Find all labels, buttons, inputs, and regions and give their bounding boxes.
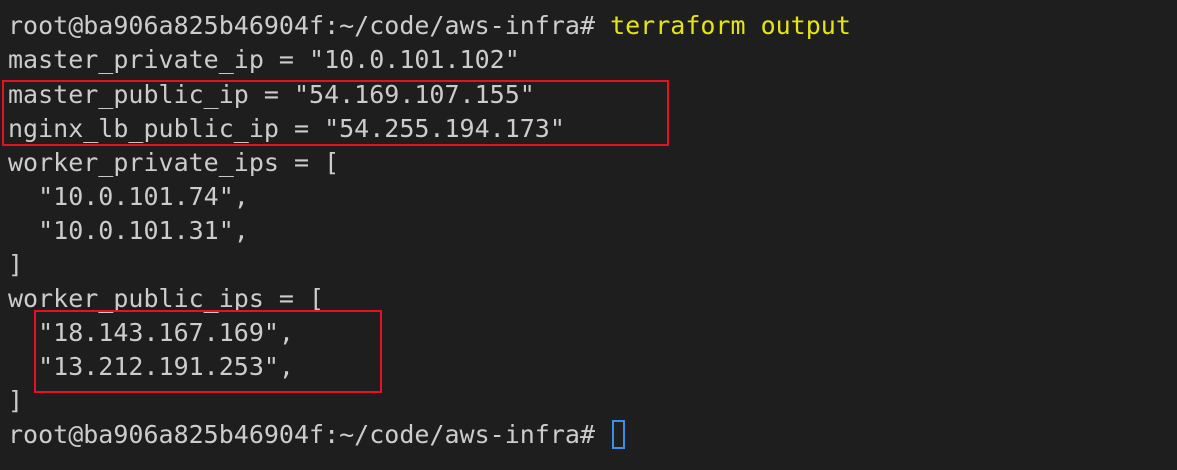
output-line-nginx-lb-public-ip: nginx_lb_public_ip = "54.255.194.173": [8, 114, 565, 143]
cursor-icon: [612, 419, 626, 449]
output-line-master-private-ip: master_private_ip = "10.0.101.102": [8, 45, 520, 74]
output-line-bracket-close-2: ]: [8, 386, 24, 415]
output-line-worker-public-ip-2: "13.212.191.253",: [8, 352, 294, 381]
output-line-worker-public-ip-1: "18.143.167.169",: [8, 318, 294, 347]
output-line-worker-public-ips: worker_public_ips = [: [8, 284, 325, 313]
command-line: root@ba906a825b46904f:~/code/aws-infra# …: [8, 9, 851, 43]
terminal-window[interactable]: root@ba906a825b46904f:~/code/aws-infra# …: [0, 0, 1177, 470]
output-line-worker-private-ip-1: "10.0.101.74",: [8, 182, 249, 211]
output-line-bracket-close-1: ]: [8, 250, 24, 279]
output-line-master-public-ip: master_public_ip = "54.169.107.155": [8, 80, 535, 109]
command-text: terraform output: [610, 11, 851, 40]
final-prompt: root@ba906a825b46904f:~/code/aws-infra#: [8, 420, 595, 449]
output-line-worker-private-ip-2: "10.0.101.31",: [8, 216, 249, 245]
output-line-worker-private-ips: worker_private_ips = [: [8, 148, 340, 177]
final-prompt-line: root@ba906a825b46904f:~/code/aws-infra#: [8, 418, 626, 452]
prompt: root@ba906a825b46904f:~/code/aws-infra#: [8, 11, 595, 40]
